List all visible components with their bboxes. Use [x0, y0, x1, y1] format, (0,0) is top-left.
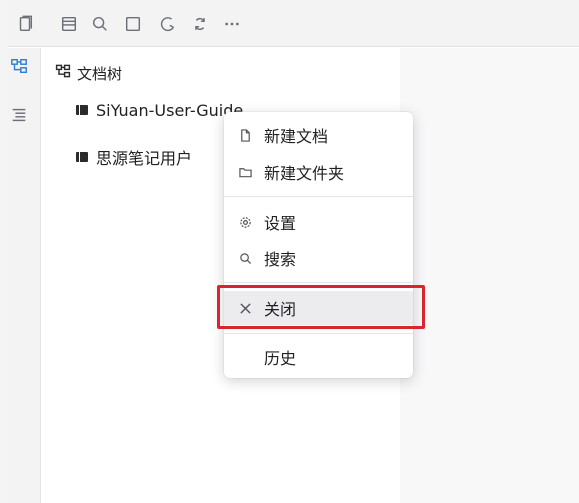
copy-icon[interactable]: [15, 14, 35, 34]
menu-item-label: 关闭: [264, 300, 297, 319]
menu-item-close[interactable]: 关闭: [224, 291, 413, 325]
editor-area: [400, 48, 579, 503]
menu-separator: [224, 196, 413, 197]
more-icon[interactable]: [222, 14, 242, 34]
folder-icon: [235, 166, 255, 179]
file-tree-icon[interactable]: [9, 56, 29, 76]
search-icon: [235, 252, 255, 265]
book-icon: [76, 152, 88, 162]
notebook-item[interactable]: SiYuan-User-Guide: [76, 99, 243, 121]
menu-item-label: 新建文件夹: [264, 164, 345, 183]
sync-icon[interactable]: [190, 14, 210, 34]
file-tree-title: 文档树: [77, 64, 123, 83]
square-icon[interactable]: [123, 14, 143, 34]
menu-item-history[interactable]: 历史: [224, 340, 413, 374]
file-icon: [235, 128, 255, 142]
search-icon[interactable]: [90, 14, 110, 34]
menu-item-new-doc[interactable]: 新建文档: [224, 118, 413, 152]
menu-item-label: 设置: [264, 214, 297, 233]
menu-item-label: 搜索: [264, 250, 297, 269]
notebook-label: SiYuan-User-Guide: [96, 100, 244, 120]
book-icon: [76, 105, 88, 115]
menu-item-label: 历史: [264, 349, 297, 368]
menu-item-search[interactable]: 搜索: [224, 241, 413, 275]
file-tree-header-icon: [55, 63, 71, 83]
notebook-label: 思源笔记用户: [96, 149, 193, 168]
close-icon: [235, 302, 255, 315]
menu-item-label: 新建文档: [264, 127, 329, 146]
context-menu: 新建文档 新建文件夹 设置 搜索 关闭 历史: [224, 112, 413, 378]
gear-icon: [235, 216, 255, 229]
outline-icon[interactable]: [9, 105, 29, 125]
calendar-icon[interactable]: [59, 14, 79, 34]
notebook-item[interactable]: 思源笔记用户: [76, 146, 224, 168]
menu-separator: [224, 333, 413, 334]
menu-separator: [224, 282, 413, 283]
menu-item-new-folder[interactable]: 新建文件夹: [224, 155, 413, 189]
menu-item-settings[interactable]: 设置: [224, 205, 413, 239]
moon-icon[interactable]: [158, 14, 178, 34]
top-toolbar: [8, 0, 579, 47]
file-tree-header: 文档树: [55, 62, 122, 84]
left-dock: [8, 48, 41, 503]
